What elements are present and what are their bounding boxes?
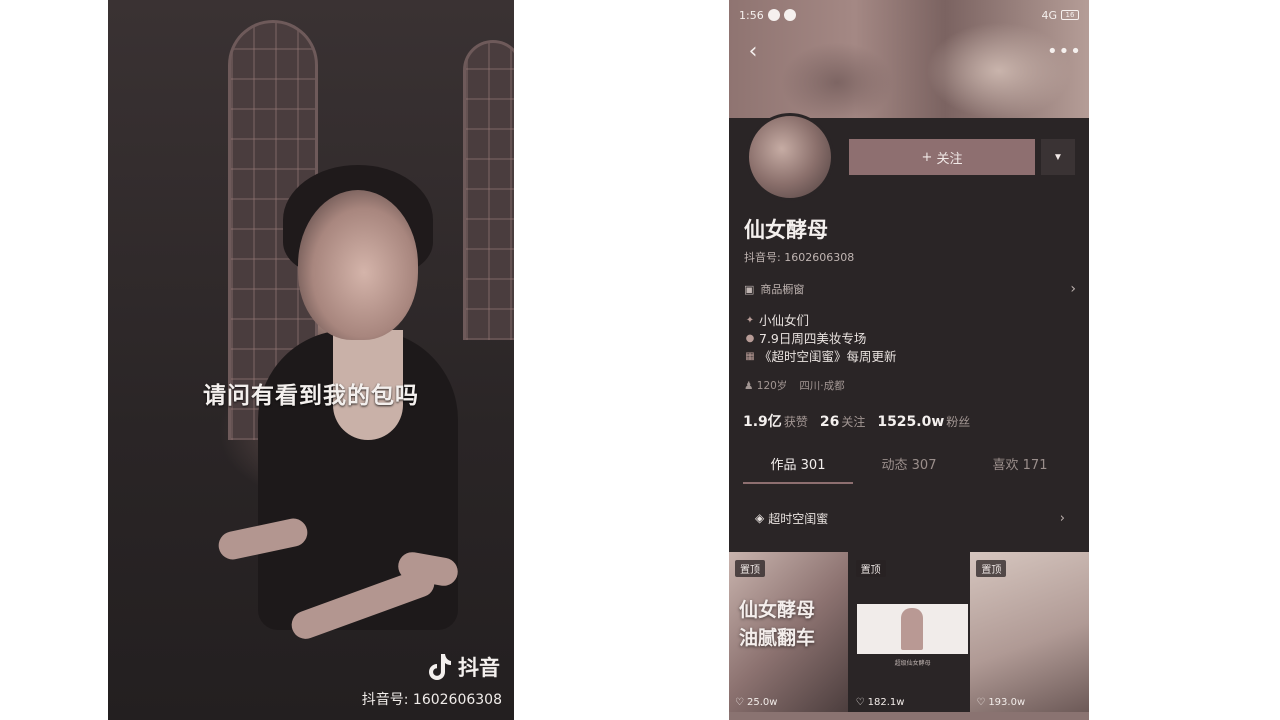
status-time: 1:56: [739, 8, 764, 22]
like-count: ♡ 182.1w: [856, 697, 905, 708]
bio-line: ▦ 《超时空闺蜜》每周更新: [744, 348, 897, 366]
thumbnail-person: [900, 608, 923, 650]
video-player[interactable]: 请问有看到我的包吗 抖音 抖音号: 1602606308: [108, 0, 514, 720]
location-tag: 四川·成都: [799, 380, 845, 392]
like-count-text: 25.0w: [746, 697, 778, 708]
next-row-preview: [729, 712, 1089, 720]
figure-head: [298, 190, 418, 340]
video-douyin-id: 抖音号: 1602606308: [361, 692, 502, 708]
tab-likes[interactable]: 喜欢 171: [965, 448, 1075, 484]
video-thumbnail[interactable]: 置顶 超级仙女酵母 ♡ 182.1w: [849, 552, 969, 714]
thumbnail-title-line: 油腻翻车: [739, 627, 816, 649]
stat-value: 1.9亿: [743, 414, 782, 430]
back-button[interactable]: ‹: [741, 40, 765, 64]
more-button[interactable]: •••: [1047, 40, 1081, 64]
bio-line: ● 7.9日周四美妆专场: [744, 330, 897, 348]
bio-line: ✦ 小仙女们: [744, 312, 897, 330]
stat-label: 关注: [841, 415, 866, 429]
stat-value: 26: [819, 414, 840, 430]
more-dots-icon: •••: [1047, 41, 1082, 62]
screen: 请问有看到我的包吗 抖音 抖音号: 1602606308 1:56 4G 16: [0, 0, 1280, 720]
tab-works[interactable]: 作品 301: [743, 448, 853, 484]
age-text: 120岁: [756, 380, 788, 392]
stat-following[interactable]: 26 关注: [820, 411, 866, 430]
profile-bio: ✦ 小仙女们 ● 7.9日周四美妆专场 ▦ 《超时空闺蜜》每周更新: [744, 312, 897, 366]
heart-icon: ♡: [976, 697, 986, 708]
collection-label: 超时空闺蜜: [768, 511, 829, 526]
thumbnail-title-line: 仙女酵母: [739, 599, 816, 621]
profile-stats: 1.9亿 获赞 26 关注 1525.0w 粉丝: [743, 411, 970, 431]
network-indicator: 4G: [1041, 8, 1057, 22]
chevron-right-icon: ›: [1070, 281, 1076, 297]
person-icon: ♟: [744, 380, 754, 392]
notification-icon: [783, 9, 796, 21]
collection-link[interactable]: ◈ 超时空闺蜜 ›: [755, 507, 1065, 529]
profile-screen: 1:56 4G 16 ‹ ••• + 关注 ▼ 仙女酵母 抖音号: 160260…: [729, 0, 1089, 720]
tab-posts[interactable]: 动态 307: [854, 448, 964, 484]
shop-window-link[interactable]: ▣ 商品橱窗 ›: [744, 278, 1076, 300]
like-count: ♡ 193.0w: [976, 697, 1025, 708]
heart-icon: ♡: [735, 697, 744, 708]
sparkle-icon: ✦: [745, 315, 755, 326]
video-thumbnail[interactable]: 置顶 ♡ 193.0w: [970, 552, 1089, 714]
heart-icon: ♡: [855, 697, 865, 708]
video-grid: 置顶 仙女酵母 油腻翻车 ♡ 25.0w 置顶 超级仙女酵母 ♡ 182.1w …: [729, 552, 1089, 720]
stat-followers[interactable]: 1525.0w 粉丝: [877, 411, 970, 430]
layers-icon: ◈: [755, 511, 765, 525]
like-count: ♡ 25.0w: [735, 697, 777, 708]
window-arch-right: [463, 40, 514, 340]
battery-icon: 16: [1061, 10, 1079, 20]
stat-value: 1525.0w: [877, 414, 945, 430]
pinned-badge: 置顶: [976, 560, 1007, 577]
bio-text: 7.9日周四美妆专场: [759, 331, 867, 346]
thumbnail-caption: 超级仙女酵母: [894, 660, 931, 667]
profile-name: 仙女酵母: [744, 218, 828, 242]
follow-button[interactable]: + 关注: [849, 139, 1035, 175]
shop-icon: ▣: [744, 282, 755, 296]
chevron-right-icon: ›: [1059, 510, 1065, 526]
bio-text: 《超时空闺蜜》每周更新: [759, 349, 897, 364]
caret-down-icon: ▼: [1053, 151, 1063, 163]
thumbnail-image: [856, 604, 969, 654]
like-count-text: 182.1w: [867, 697, 905, 708]
dot-icon: ●: [745, 333, 755, 344]
plus-icon: +: [921, 149, 933, 165]
pinned-badge: 置顶: [855, 560, 886, 577]
profile-tabs: 作品 301 动态 307 喜欢 171: [743, 448, 1075, 484]
stat-label: 粉丝: [946, 415, 971, 429]
profile-douyin-id: 抖音号: 1602606308: [744, 251, 855, 264]
thumbnail-title: 仙女酵母 油腻翻车: [739, 596, 815, 652]
bio-text: 小仙女们: [759, 313, 810, 328]
stat-label: 获赞: [783, 415, 808, 429]
video-subtitle: 请问有看到我的包吗: [203, 383, 419, 409]
video-thumbnail[interactable]: 置顶 仙女酵母 油腻翻车 ♡ 25.0w: [729, 552, 848, 714]
clapper-icon: ▦: [745, 351, 755, 362]
status-bar: 1:56 4G 16: [729, 0, 1089, 30]
like-count-text: 193.0w: [988, 697, 1026, 708]
follow-label: 关注: [936, 151, 963, 167]
recommend-dropdown-button[interactable]: ▼: [1041, 139, 1075, 175]
chevron-left-icon: ‹: [748, 39, 758, 64]
profile-meta: ♟ 120岁 四川·成都: [744, 378, 845, 393]
avatar[interactable]: [746, 113, 834, 201]
notification-icon: [767, 9, 780, 21]
shop-label: 商品橱窗: [760, 283, 805, 296]
douyin-note-icon: [429, 654, 451, 680]
stat-likes[interactable]: 1.9亿 获赞: [743, 411, 808, 431]
pinned-badge: 置顶: [735, 560, 765, 577]
battery-level: 16: [1065, 11, 1075, 19]
douyin-logo-text: 抖音: [458, 656, 500, 680]
douyin-logo: 抖音: [426, 652, 500, 682]
age-tag: ♟ 120岁: [744, 378, 787, 393]
